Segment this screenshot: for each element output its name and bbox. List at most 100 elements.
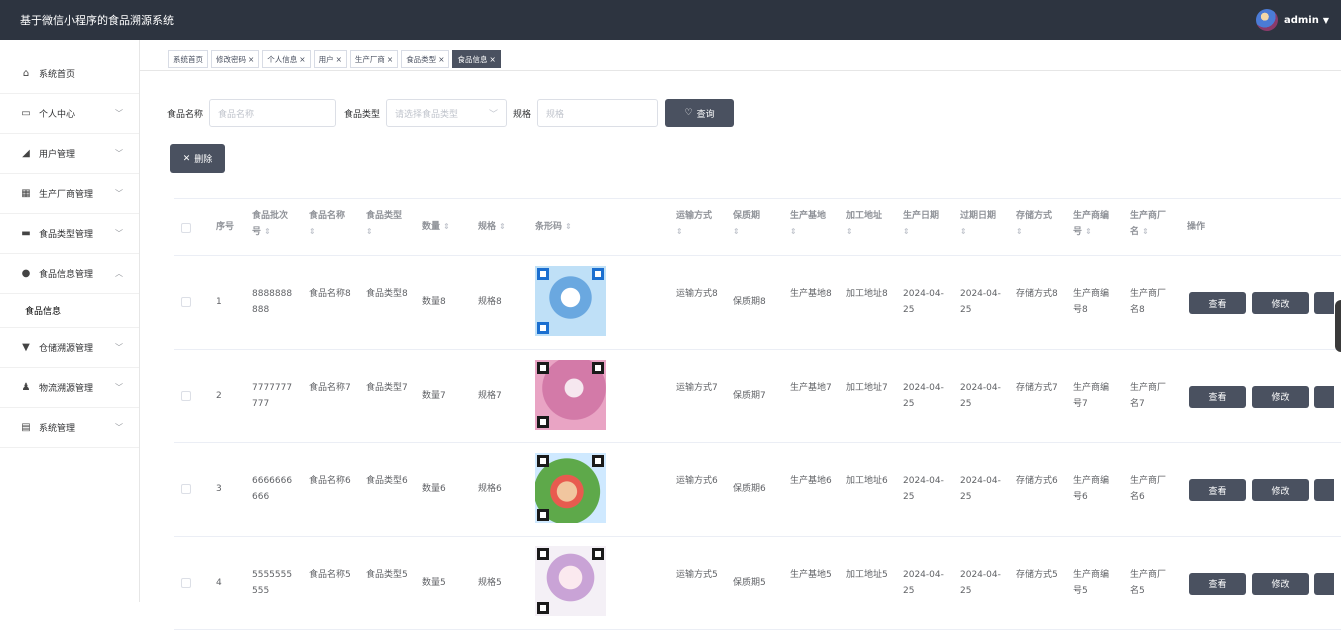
tab-label: 个人信息 [267,54,297,65]
sort-icon[interactable]: ⇕ [366,227,373,236]
header-qty[interactable]: 数量 ⇕ [422,219,450,235]
process-cell: 加工地址7 [846,380,890,396]
process-cell: 加工地址8 [846,286,890,302]
header-storage[interactable]: 存储方式⇕ [1016,208,1052,240]
sort-icon[interactable]: ⇕ [443,222,450,231]
qr-finder-mark [592,548,604,560]
sidebar-item-storage[interactable]: ▼ 仓储溯源管理 ﹀ [0,328,139,368]
sidebar-item-personal[interactable]: ▭ 个人中心 ﹀ [0,94,139,134]
query-button[interactable]: ♡ 查询 [665,99,734,127]
spec-input[interactable]: 规格 [537,99,658,127]
tab-home[interactable]: 系统首页 [168,50,208,68]
row-checkbox[interactable] [181,297,191,307]
header-spec[interactable]: 规格 ⇕ [478,219,506,235]
scrollbar[interactable] [1335,300,1341,352]
shelf-cell: 保质期5 [733,575,777,591]
tab-food-types[interactable]: 食品类型× [401,50,449,68]
delete-button[interactable]: ✕ 删除 [170,144,225,173]
delete-label: 删除 [194,152,212,165]
select-all-checkbox[interactable] [181,223,191,233]
row-checkbox[interactable] [181,484,191,494]
sort-icon[interactable]: ⇕ [1085,227,1092,236]
transport-cell: 运输方式8 [676,286,720,302]
header-maker-name[interactable]: 生产商厂名 ⇕ [1130,208,1174,240]
sort-icon[interactable]: ⇕ [499,222,506,231]
header-maker-no[interactable]: 生产商编号 ⇕ [1073,208,1117,240]
maker-no-cell: 生产商编号5 [1073,567,1117,599]
process-cell: 加工地址6 [846,473,890,489]
sort-icon[interactable]: ⇕ [309,227,316,236]
header-exp[interactable]: 过期日期⇕ [960,208,996,240]
sort-icon[interactable]: ⇕ [960,227,967,236]
header-batch[interactable]: 食品批次号 ⇕ [252,208,296,240]
sort-icon[interactable]: ⇕ [565,222,572,231]
sidebar-item-logistics[interactable]: ♟ 物流溯源管理 ﹀ [0,368,139,408]
top-bar: 基于微信小程序的食品溯源系统 admin ▼ [0,0,1341,40]
sort-icon[interactable]: ⇕ [1142,227,1149,236]
delete-row-button[interactable] [1314,386,1334,408]
row-checkbox[interactable] [181,578,191,588]
sidebar-item-label: 食品信息管理 [39,267,93,280]
view-button[interactable]: 查看 [1189,573,1246,595]
sort-icon[interactable]: ⇕ [1016,227,1023,236]
header-name[interactable]: 食品名称⇕ [309,208,353,240]
delete-row-button[interactable] [1314,292,1334,314]
tab-personal-info[interactable]: 个人信息× [262,50,310,68]
sidebar-item-users[interactable]: ◢ 用户管理 ﹀ [0,134,139,174]
delete-row-button[interactable] [1314,573,1334,595]
batch-cell: 7777777777 [252,380,296,412]
header-mfg[interactable]: 生产日期⇕ [903,208,939,240]
user-menu[interactable]: admin ▼ [1256,9,1329,31]
sort-icon[interactable]: ⇕ [264,227,271,236]
view-button[interactable]: 查看 [1189,292,1246,314]
sort-icon[interactable]: ⇕ [846,227,853,236]
maker-no-cell: 生产商编号8 [1073,286,1117,318]
header-text: 运输方式 [676,211,712,221]
header-barcode[interactable]: 条形码 ⇕ [535,219,572,235]
close-icon[interactable]: × [299,55,305,64]
food-name-input[interactable]: 食品名称 [209,99,336,127]
header-transport[interactable]: 运输方式 ⇕ [676,208,712,240]
close-icon[interactable]: × [438,55,444,64]
barcode-image [535,266,606,336]
header-shelf[interactable]: 保质期⇕ [733,208,760,240]
header-type[interactable]: 食品类型⇕ [366,208,410,240]
close-icon[interactable]: × [336,55,342,64]
tab-users[interactable]: 用户× [314,50,347,68]
avatar[interactable] [1256,9,1278,31]
sidebar-item-system[interactable]: ▤ 系统管理 ﹀ [0,408,139,448]
shelf-cell: 保质期8 [733,294,777,310]
tab-change-password[interactable]: 修改密码× [211,50,259,68]
qty-cell: 数量6 [422,481,466,497]
close-icon[interactable]: × [489,55,495,64]
header-text: 数量 [422,222,440,232]
edit-button[interactable]: 修改 [1252,573,1309,595]
sort-icon[interactable]: ⇕ [676,227,683,236]
caret-down-icon[interactable]: ▼ [1323,16,1329,25]
sidebar-item-food-types[interactable]: ▬ 食品类型管理 ﹀ [0,214,139,254]
close-icon[interactable]: × [248,55,254,64]
view-button[interactable]: 查看 [1189,386,1246,408]
sort-icon[interactable]: ⇕ [903,227,910,236]
sidebar-item-food-info[interactable]: ● 食品信息管理 ︿ [0,254,139,294]
sort-icon[interactable]: ⇕ [733,227,740,236]
close-icon[interactable]: × [387,55,393,64]
maker-name-cell: 生产商厂名7 [1130,380,1174,412]
sidebar-item-home[interactable]: ⌂ 系统首页 [0,40,139,94]
username[interactable]: admin [1284,15,1319,26]
row-checkbox[interactable] [181,391,191,401]
edit-button[interactable]: 修改 [1252,386,1309,408]
header-process[interactable]: 加工地址⇕ [846,208,882,240]
tab-label: 修改密码 [216,54,246,65]
sort-icon[interactable]: ⇕ [790,227,797,236]
sidebar-subitem-food-info[interactable]: 食品信息 [0,294,139,328]
delete-row-button[interactable] [1314,479,1334,501]
sidebar-item-manufacturers[interactable]: ▦ 生产厂商管理 ﹀ [0,174,139,214]
food-type-select[interactable]: 请选择食品类型 ﹀ [386,99,507,127]
edit-button[interactable]: 修改 [1252,292,1309,314]
header-base[interactable]: 生产基地⇕ [790,208,826,240]
tab-food-info[interactable]: 食品信息× [452,50,500,68]
edit-button[interactable]: 修改 [1252,479,1309,501]
view-button[interactable]: 查看 [1189,479,1246,501]
tab-manufacturers[interactable]: 生产厂商× [350,50,398,68]
